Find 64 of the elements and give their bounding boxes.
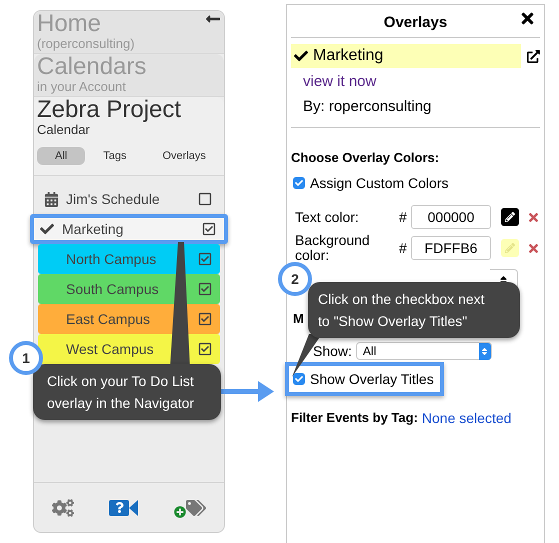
overlay-row[interactable]: South Campus xyxy=(38,274,220,304)
tag-filter-link[interactable]: None selected xyxy=(422,410,512,426)
color-input[interactable]: FDFFB6 xyxy=(411,236,491,260)
filter-label: Filter Events by Tag: xyxy=(291,410,418,425)
checked-checkbox[interactable] xyxy=(202,222,216,236)
sort-arrows-icon xyxy=(480,346,490,356)
show-label: Show: xyxy=(313,343,352,359)
calendar-row[interactable]: Jim's Schedule xyxy=(38,184,220,214)
section-heading: Choose Overlay Colors: xyxy=(291,150,440,165)
tab[interactable]: Tags xyxy=(85,147,144,165)
step-badge: 2 xyxy=(278,262,312,296)
hash-sign: # xyxy=(399,240,408,256)
callout-text: overlay in the Navigator xyxy=(47,394,196,413)
tab[interactable]: All xyxy=(37,147,86,165)
calendar-name: South Campus xyxy=(66,281,160,297)
calendar-name: West Campus xyxy=(66,341,155,357)
overlay-row[interactable]: East Campus xyxy=(38,304,220,334)
owner-text: By: roperconsulting xyxy=(303,98,432,115)
arrow xyxy=(218,381,274,402)
help-video-icon[interactable] xyxy=(109,500,138,516)
calendar-name: East Campus xyxy=(66,311,152,327)
color-input[interactable]: 000000 xyxy=(411,205,491,229)
checkbox[interactable] xyxy=(293,373,305,385)
color-picker-icon[interactable] xyxy=(501,239,519,257)
checked-checkbox[interactable] xyxy=(198,342,212,356)
overlay-item[interactable]: Marketing xyxy=(291,44,522,68)
calendar-subtitle: Calendar xyxy=(37,122,91,137)
checkbox-label: Show Overlay Titles xyxy=(310,371,434,387)
callout-text: Click on your To Do List xyxy=(47,372,195,391)
settings-icon[interactable] xyxy=(52,496,74,518)
tab[interactable]: Overlays xyxy=(144,147,224,165)
checkbox-label: Assign Custom Colors xyxy=(310,175,448,191)
callout-text: Click on the checkbox next xyxy=(318,290,486,309)
calendars-subtitle: in your Account xyxy=(37,79,127,94)
calendar-name: North Campus xyxy=(66,251,158,267)
checkbox[interactable] xyxy=(293,177,305,189)
checkbox[interactable] xyxy=(198,192,212,206)
calendar-name: Marketing xyxy=(62,221,124,237)
check-icon xyxy=(40,222,54,236)
checked-checkbox[interactable] xyxy=(198,312,212,326)
check-icon xyxy=(294,49,308,63)
panel-title: Overlays xyxy=(384,14,448,31)
home-subtitle: (roperconsulting) xyxy=(37,36,136,51)
callout-text: to "Show Overlay Titles" xyxy=(318,312,468,331)
overlay-row[interactable]: North Campus xyxy=(38,244,220,274)
view-link[interactable]: view it now xyxy=(303,73,376,90)
field-label: Background color: xyxy=(294,233,371,263)
add-tag-icon[interactable] xyxy=(174,498,206,518)
calendar-icon xyxy=(44,192,59,206)
calendar-title: Zebra Project xyxy=(37,97,182,122)
remove-icon[interactable] xyxy=(527,210,540,224)
section-heading: M xyxy=(293,311,304,326)
checked-checkbox[interactable] xyxy=(198,282,212,296)
field-label: Text color: xyxy=(294,210,360,224)
calendar-name: Jim's Schedule xyxy=(66,191,161,207)
step-badge: 1 xyxy=(9,341,43,375)
close-icon[interactable] xyxy=(519,10,536,27)
hash-sign: # xyxy=(399,209,408,225)
external-link-icon[interactable] xyxy=(527,50,540,62)
remove-icon[interactable] xyxy=(527,242,540,254)
checked-checkbox[interactable] xyxy=(198,252,212,266)
show-dropdown[interactable]: All xyxy=(356,342,492,360)
color-picker-icon[interactable] xyxy=(501,208,519,226)
calendar-row[interactable]: Marketing xyxy=(30,214,228,244)
